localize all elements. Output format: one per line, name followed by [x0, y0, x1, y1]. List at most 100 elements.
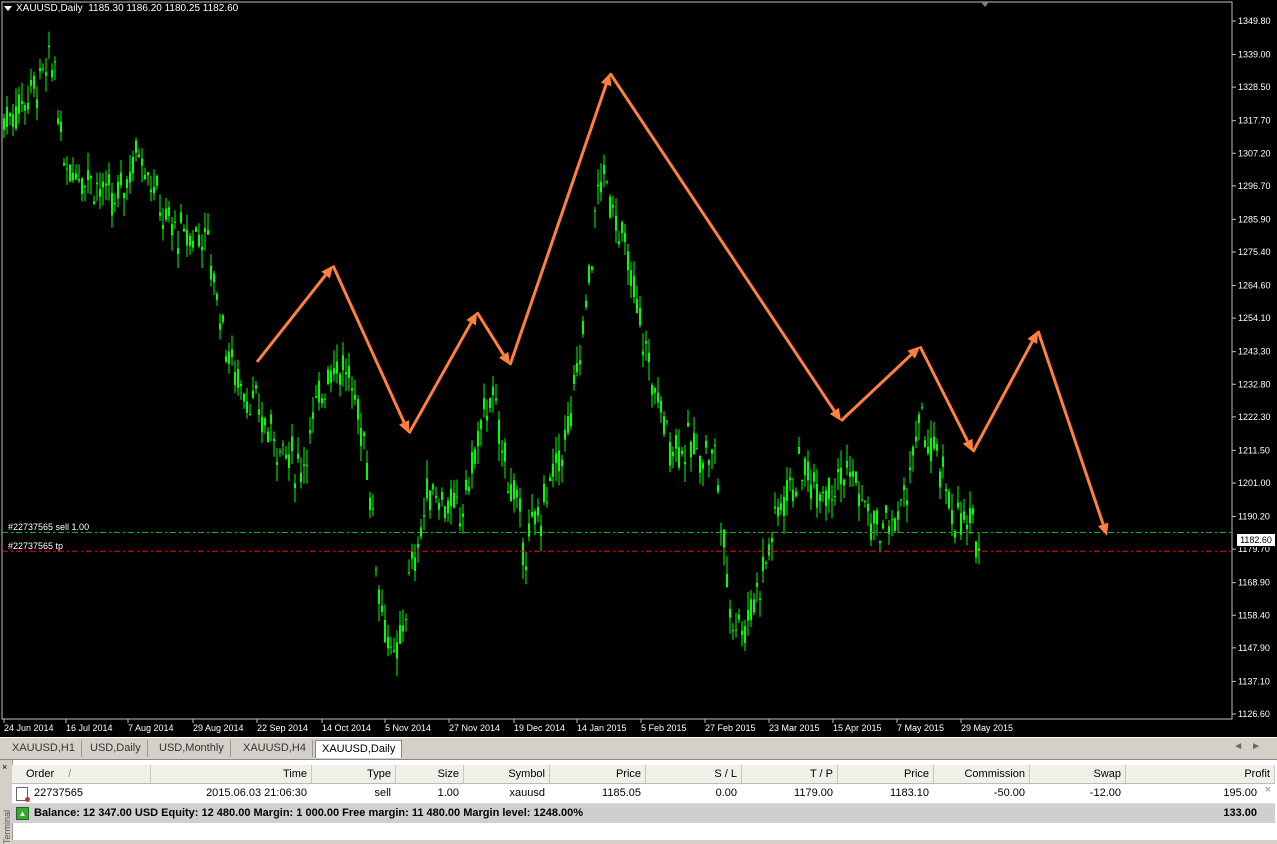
candle-body: [735, 629, 737, 631]
candle-body: [315, 396, 317, 398]
col-commission[interactable]: Commission: [933, 765, 1030, 783]
x-tick-label: 23 Mar 2015: [769, 723, 820, 733]
x-tick-label: 19 Dec 2014: [514, 723, 565, 733]
candle-body: [660, 400, 662, 413]
candle-body: [174, 221, 176, 223]
candle-body: [525, 566, 527, 571]
candle-body: [483, 398, 485, 410]
candle-body: [450, 488, 452, 507]
trend-arrow-line: [839, 353, 913, 422]
x-tick-label: 22 Sep 2014: [257, 723, 308, 733]
candle-body: [900, 499, 902, 501]
candle-body: [690, 441, 692, 458]
candle-body: [81, 178, 83, 194]
candle-body: [756, 582, 758, 587]
candle-body: [855, 471, 857, 483]
candle-body: [822, 491, 824, 494]
col-order[interactable]: Order /: [12, 765, 151, 783]
candle-body: [882, 523, 884, 529]
candle-body: [894, 518, 896, 531]
candle-body: [765, 562, 767, 564]
col-size[interactable]: Size: [395, 765, 464, 783]
col-tp[interactable]: T / P: [741, 765, 838, 783]
col-price[interactable]: Price: [549, 765, 646, 783]
candle-body: [927, 446, 929, 454]
candle-body: [171, 224, 173, 236]
candle-body: [795, 491, 797, 497]
orders-table-header: Order / Time Type Size Symbol Price S / L…: [12, 765, 1275, 784]
col-sl[interactable]: S / L: [645, 765, 742, 783]
candle-body: [918, 414, 920, 424]
candle-body: [615, 215, 617, 231]
candle-body: [219, 323, 221, 330]
candle-body: [3, 118, 5, 130]
candle-body: [417, 543, 419, 548]
candle-body: [960, 513, 962, 535]
candle-body: [294, 483, 296, 489]
col-profit[interactable]: Profit: [1125, 765, 1275, 783]
x-tick-label: 15 Apr 2015: [833, 723, 882, 733]
candle-body: [513, 480, 515, 500]
candle-body: [819, 494, 821, 502]
tab-xauusd-h4[interactable]: XAUUSD,H4: [237, 740, 313, 757]
candle-body: [849, 472, 851, 477]
order-tp[interactable]: 1179.00: [741, 784, 837, 802]
tab-xauusd-daily[interactable]: XAUUSD,Daily: [315, 740, 403, 758]
tab-usd-monthly[interactable]: USD,Monthly: [153, 740, 231, 757]
candle-body: [312, 412, 314, 419]
price-chart[interactable]: 1349.80 1339.00 1328.50 1317.70 1307.20 1296.…: [0, 0, 1277, 737]
tab-xauusd-h1[interactable]: XAUUSD,H1: [6, 740, 82, 757]
candle-body: [429, 490, 431, 510]
candle-body: [693, 433, 695, 455]
order-row[interactable]: 22737565 2015.06.03 21:06:30 sell 1.00 x…: [12, 784, 1275, 804]
candle-body: [654, 388, 656, 393]
candle-body: [240, 383, 242, 387]
close-terminal-icon[interactable]: ×: [2, 762, 7, 772]
candle-body: [831, 499, 833, 501]
y-tick-label: 1349.80: [1238, 16, 1271, 26]
candle-body: [885, 505, 887, 513]
candle-body: [897, 511, 899, 520]
col-type[interactable]: Type: [311, 765, 396, 783]
close-order-icon[interactable]: ×: [1265, 784, 1271, 796]
candle-body: [534, 511, 536, 525]
candle-body: [786, 480, 788, 501]
trend-arrow-line: [475, 311, 505, 356]
chart-menu-triangle-icon[interactable]: [4, 5, 12, 11]
candle-body: [276, 461, 278, 465]
candle-body: [132, 157, 134, 174]
candle-body: [36, 99, 38, 109]
candle-body: [630, 270, 632, 287]
candle-body: [657, 392, 659, 403]
candle-body: [969, 508, 971, 523]
col-time[interactable]: Time: [150, 765, 312, 783]
candle-body: [639, 308, 641, 326]
candle-body: [90, 176, 92, 179]
candle-body: [297, 453, 299, 459]
candle-body: [531, 511, 533, 517]
candle-body: [225, 356, 227, 362]
col-current-price[interactable]: Price: [837, 765, 934, 783]
candle-body: [723, 529, 725, 548]
candle-body: [165, 208, 167, 220]
y-tick-label: 1232.80: [1238, 379, 1271, 389]
candle-body: [570, 413, 572, 427]
candle-body: [135, 140, 137, 153]
candle-body: [189, 235, 191, 247]
tab-usd-daily[interactable]: USD,Daily: [84, 740, 148, 757]
tab-scroll-arrows-icon[interactable]: ◄►: [1233, 741, 1269, 752]
candle-body: [972, 508, 974, 515]
candle-body: [750, 599, 752, 620]
col-swap[interactable]: Swap: [1029, 765, 1126, 783]
order-time: 2015.06.03 21:06:30: [206, 787, 307, 799]
col-symbol[interactable]: Symbol: [463, 765, 550, 783]
candle-body: [594, 210, 596, 212]
x-tick-label: 29 May 2015: [961, 723, 1013, 733]
candle-body: [354, 394, 356, 400]
candle-body: [72, 172, 74, 181]
order-sl[interactable]: 0.00: [645, 784, 741, 802]
candle-body: [282, 444, 284, 446]
candle-body: [585, 300, 587, 308]
candle-body: [957, 502, 959, 508]
candle-body: [873, 511, 875, 524]
